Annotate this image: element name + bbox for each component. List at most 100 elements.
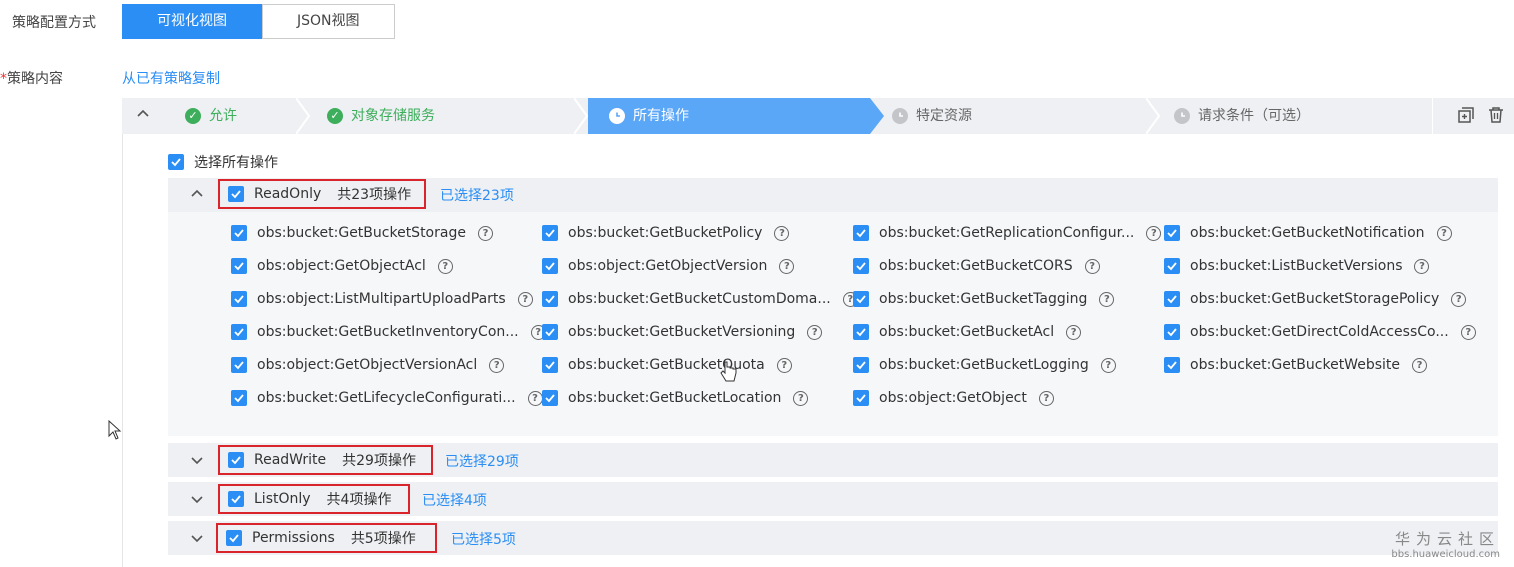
help-question-icon[interactable]: ? (1412, 357, 1427, 373)
checkbox-checked-icon[interactable] (231, 357, 247, 373)
step-request-conditions[interactable]: 请求条件（可选） (1174, 98, 1310, 134)
operation-item[interactable]: obs:bucket:GetBucketStorage? (231, 225, 493, 241)
operation-item[interactable]: obs:bucket:GetBucketNotification? (1164, 225, 1452, 241)
help-question-icon[interactable]: ? (1038, 390, 1054, 406)
group-checkbox[interactable] (228, 491, 244, 507)
checkbox-checked-icon[interactable] (853, 258, 869, 274)
copy-icon[interactable] (1457, 106, 1475, 128)
checkbox-checked-icon[interactable] (853, 390, 869, 406)
step-all-actions[interactable]: 所有操作 (609, 98, 689, 134)
operation-item[interactable]: obs:object:GetObjectVersion? (542, 258, 795, 274)
help-question-icon[interactable]: ? (517, 291, 533, 307)
checkbox-checked-icon[interactable] (1164, 258, 1180, 274)
help-question-icon[interactable]: ? (477, 225, 493, 241)
group-listonly-highlight: ListOnly 共4项操作 (218, 484, 410, 514)
operation-item[interactable]: obs:bucket:GetBucketStoragePolicy? (1164, 291, 1467, 307)
operation-label: obs:object:GetObjectAcl (257, 258, 426, 274)
checkbox-checked-icon[interactable] (853, 357, 869, 373)
checkbox-checked-icon[interactable] (1164, 357, 1180, 373)
checkbox-checked-icon[interactable] (231, 324, 247, 340)
operation-item[interactable]: obs:bucket:GetBucketAcl? (853, 324, 1082, 340)
help-question-icon[interactable]: ? (793, 390, 809, 406)
help-question-icon[interactable]: ? (779, 258, 795, 274)
expand-group-chevron-down-icon[interactable] (190, 492, 204, 510)
checkbox-checked-icon[interactable] (853, 291, 869, 307)
checkbox-checked-icon[interactable] (542, 324, 558, 340)
group-checkbox[interactable] (228, 186, 244, 202)
help-question-icon[interactable]: ? (774, 225, 790, 241)
help-question-icon[interactable]: ? (1084, 258, 1100, 274)
operation-item[interactable]: obs:object:GetObject? (853, 390, 1054, 406)
help-question-icon[interactable]: ? (1100, 357, 1116, 373)
checkbox-checked-icon[interactable] (1164, 324, 1180, 340)
expand-group-chevron-down-icon[interactable] (190, 531, 204, 549)
help-question-icon[interactable]: ? (807, 324, 823, 340)
operation-label: obs:bucket:GetBucketStorage (257, 225, 466, 241)
expand-group-chevron-down-icon[interactable] (190, 453, 204, 471)
operation-item[interactable]: obs:bucket:GetDirectColdAccessCo...? (1164, 324, 1476, 340)
operation-item[interactable]: obs:bucket:GetBucketLocation? (542, 390, 809, 406)
help-question-icon[interactable]: ? (776, 357, 792, 373)
required-mark: * (0, 71, 7, 87)
group-selected-permissions[interactable]: 已选择5项 (451, 529, 516, 549)
checkbox-checked-icon[interactable] (542, 390, 558, 406)
operation-item[interactable]: obs:bucket:GetLifecycleConfigurati...? (231, 390, 543, 406)
help-question-icon[interactable]: ? (1146, 225, 1162, 241)
operation-item[interactable]: obs:object:GetObjectAcl? (231, 258, 453, 274)
help-question-icon[interactable]: ? (1066, 324, 1082, 340)
collapse-group-chevron-up-icon[interactable] (190, 186, 204, 204)
help-question-icon[interactable]: ? (437, 258, 453, 274)
step-service[interactable]: ✓ 对象存储服务 (327, 98, 435, 134)
checkbox-checked-icon[interactable] (1164, 291, 1180, 307)
operation-item[interactable]: obs:bucket:ListBucketVersions? (1164, 258, 1430, 274)
checkbox-checked-icon[interactable] (231, 291, 247, 307)
operation-item[interactable]: obs:bucket:GetBucketPolicy? (542, 225, 790, 241)
checkbox-checked-icon[interactable] (168, 154, 184, 170)
operation-item[interactable]: obs:bucket:GetBucketVersioning? (542, 324, 823, 340)
group-checkbox[interactable] (228, 452, 244, 468)
checkbox-checked-icon[interactable] (853, 225, 869, 241)
help-question-icon[interactable]: ? (527, 390, 543, 406)
group-selected-listonly[interactable]: 已选择4项 (422, 490, 487, 510)
checkbox-checked-icon[interactable] (853, 324, 869, 340)
copy-existing-policy-link[interactable]: 从已有策略复制 (122, 68, 220, 88)
checkbox-checked-icon[interactable] (542, 357, 558, 373)
operation-item[interactable]: obs:bucket:GetBucketLogging? (853, 357, 1116, 373)
operation-label: obs:bucket:GetBucketCustomDoma... (568, 291, 831, 307)
operation-item[interactable]: obs:bucket:GetReplicationConfigur...? (853, 225, 1162, 241)
operation-item[interactable]: obs:bucket:GetBucketQuota? (542, 357, 792, 373)
tab-visual-view[interactable]: 可视化视图 (122, 4, 262, 39)
group-selected-readonly[interactable]: 已选择23项 (440, 185, 514, 205)
help-question-icon[interactable]: ? (1436, 225, 1452, 241)
checkbox-checked-icon[interactable] (1164, 225, 1180, 241)
checkbox-checked-icon[interactable] (231, 390, 247, 406)
tab-json-view[interactable]: JSON视图 (262, 4, 395, 39)
step-allow[interactable]: ✓ 允许 (185, 98, 237, 134)
active-step-arrow (870, 98, 884, 134)
group-readonly-highlight: ReadOnly 共23项操作 (218, 179, 426, 209)
operation-item[interactable]: obs:object:GetObjectVersionAcl? (231, 357, 505, 373)
group-selected-readwrite[interactable]: 已选择29项 (445, 451, 519, 471)
step-specific-resources[interactable]: 特定资源 (892, 98, 972, 134)
operation-item[interactable]: obs:bucket:GetBucketInventoryCon...? (231, 324, 546, 340)
help-question-icon[interactable]: ? (1460, 324, 1476, 340)
checkbox-checked-icon[interactable] (542, 258, 558, 274)
operation-item[interactable]: obs:bucket:GetBucketCustomDoma...? (542, 291, 858, 307)
checkbox-checked-icon[interactable] (231, 225, 247, 241)
operation-item[interactable]: obs:bucket:GetBucketTagging? (853, 291, 1115, 307)
help-question-icon[interactable]: ? (1414, 258, 1430, 274)
operation-item[interactable]: obs:object:ListMultipartUploadParts? (231, 291, 533, 307)
checkbox-checked-icon[interactable] (231, 258, 247, 274)
help-question-icon[interactable]: ? (1451, 291, 1467, 307)
help-question-icon[interactable]: ? (1099, 291, 1115, 307)
checkbox-checked-icon[interactable] (542, 291, 558, 307)
delete-icon[interactable] (1487, 106, 1505, 128)
operation-item[interactable]: obs:bucket:GetBucketWebsite? (1164, 357, 1427, 373)
group-checkbox[interactable] (226, 530, 242, 546)
group-count: 共23项操作 (337, 187, 412, 203)
operation-item[interactable]: obs:bucket:GetBucketCORS? (853, 258, 1100, 274)
collapse-panel-chevron-up-icon[interactable] (136, 106, 150, 124)
select-all-actions[interactable]: 选择所有操作 (168, 152, 278, 172)
checkbox-checked-icon[interactable] (542, 225, 558, 241)
help-question-icon[interactable]: ? (489, 357, 505, 373)
